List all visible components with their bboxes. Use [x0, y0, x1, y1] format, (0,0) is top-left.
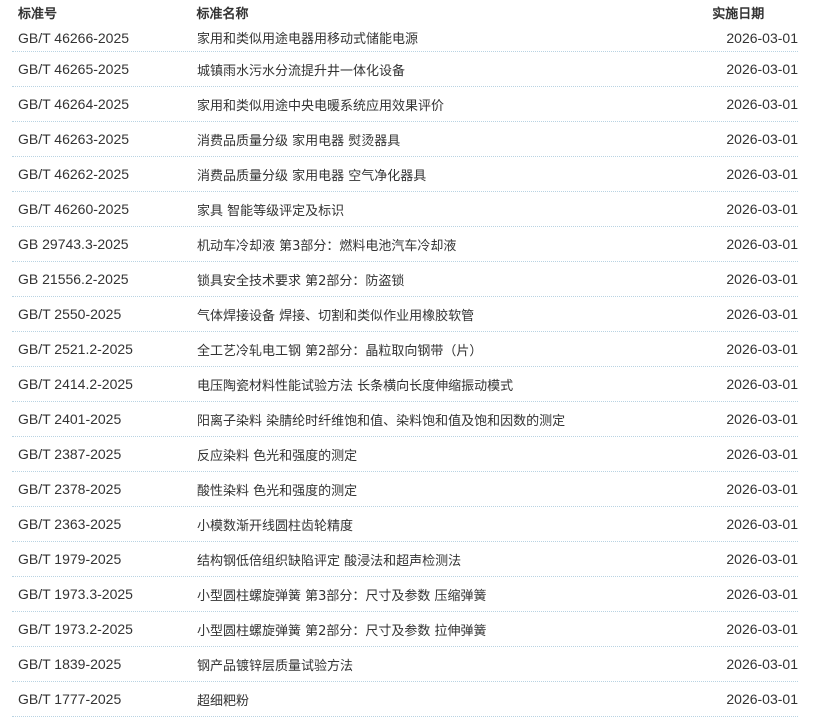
- standard-code: GB/T 46263-2025: [18, 131, 130, 147]
- table-row: GB/T 2387-2025 反应染料 色光和强度的测定 2026-03-01: [12, 437, 798, 472]
- standard-name-link[interactable]: 气体焊接设备 焊接、切割和类似作业用橡胶软管: [192, 305, 712, 324]
- table-row: GB/T 2401-2025 阳离子染料 染腈纶时纤维饱和值、染料饱和值及饱和因数…: [12, 402, 798, 437]
- standard-name-link[interactable]: 钢产品镀锌层质量试验方法: [192, 655, 712, 674]
- standard-code: GB/T 46264-2025: [18, 96, 130, 112]
- implementation-date: 2026-03-01: [726, 446, 798, 462]
- standard-name-link[interactable]: 电压陶瓷材料性能试验方法 长条横向长度伸缩振动模式: [192, 375, 712, 394]
- standard-code: GB/T 1973.2-2025: [18, 621, 133, 637]
- table-row: GB/T 1973.2-2025 小型圆柱螺旋弹簧 第2部分：尺寸及参数 拉伸弹簧…: [12, 612, 798, 647]
- header-standard-name: 标准名称: [196, 6, 249, 22]
- implementation-date: 2026-03-01: [726, 61, 798, 77]
- implementation-date: 2026-03-01: [726, 481, 798, 497]
- implementation-date: 2026-03-01: [726, 131, 798, 147]
- standard-code: GB/T 2414.2-2025: [18, 376, 133, 392]
- standard-name-link[interactable]: 消费品质量分级 家用电器 空气净化器具: [192, 165, 712, 184]
- table-row: GB/T 46264-2025 家用和类似用途中央电暖系统应用效果评价 2026-0…: [12, 87, 798, 122]
- implementation-date: 2026-03-01: [726, 96, 798, 112]
- implementation-date: 2026-03-01: [726, 341, 798, 357]
- table-row: GB/T 1777-2025 超细粑粉 2026-03-01: [12, 682, 798, 717]
- standard-name-link[interactable]: 机动车冷却液 第3部分：燃料电池汽车冷却液: [192, 235, 712, 254]
- table-row: GB/T 46263-2025 消费品质量分级 家用电器 熨烫器具 2026-03-…: [12, 122, 798, 157]
- standard-code: GB/T 1839-2025: [18, 656, 122, 672]
- standard-name-link[interactable]: 超细粑粉: [192, 690, 712, 709]
- standard-name-link[interactable]: 锁具安全技术要求 第2部分：防盗锁: [192, 270, 712, 289]
- header-standard-code: 标准号: [18, 6, 58, 22]
- standards-table: 标准号 标准名称 实施日期 GB/T 46266-2025 家用和类似用途电器用移…: [12, 0, 798, 717]
- table-row: GB/T 1839-2025 钢产品镀锌层质量试验方法 2026-03-01: [12, 647, 798, 682]
- table-row: GB 29743.3-2025 机动车冷却液 第3部分：燃料电池汽车冷却液 2026…: [12, 227, 798, 262]
- table-row: GB/T 46262-2025 消费品质量分级 家用电器 空气净化器具 2026-0…: [12, 157, 798, 192]
- table-row: GB/T 2363-2025 小模数渐开线圆柱齿轮精度 2026-03-01: [12, 507, 798, 542]
- table-row: GB/T 2378-2025 酸性染料 色光和强度的测定 2026-03-01: [12, 472, 798, 507]
- implementation-date: 2026-03-01: [726, 306, 798, 322]
- standard-code: GB/T 2378-2025: [18, 481, 122, 497]
- standard-code: GB/T 1979-2025: [18, 551, 122, 567]
- implementation-date: 2026-03-01: [726, 166, 798, 182]
- table-row: GB/T 1979-2025 结构钢低倍组织缺陷评定 酸浸法和超声检测法 2026-…: [12, 542, 798, 577]
- standard-code: GB/T 2401-2025: [18, 411, 122, 427]
- standard-name-link[interactable]: 小模数渐开线圆柱齿轮精度: [192, 515, 712, 534]
- implementation-date: 2026-03-01: [726, 201, 798, 217]
- table-header: 标准号 标准名称 实施日期: [12, 0, 798, 24]
- standard-name-link[interactable]: 家用和类似用途中央电暖系统应用效果评价: [192, 95, 712, 114]
- implementation-date: 2026-03-01: [726, 376, 798, 392]
- standard-code: GB 21556.2-2025: [18, 271, 129, 287]
- table-row: GB/T 2550-2025 气体焊接设备 焊接、切割和类似作业用橡胶软管 2026…: [12, 297, 798, 332]
- implementation-date: 2026-03-01: [726, 656, 798, 672]
- standard-code: GB/T 1777-2025: [18, 691, 122, 707]
- standard-code: GB/T 46262-2025: [18, 166, 130, 182]
- standard-name-link[interactable]: 城镇雨水污水分流提升井一体化设备: [192, 60, 712, 79]
- table-row: GB/T 46265-2025 城镇雨水污水分流提升井一体化设备 2026-03-0…: [12, 52, 798, 87]
- standard-name-link[interactable]: 反应染料 色光和强度的测定: [192, 445, 712, 464]
- standard-name-link[interactable]: 消费品质量分级 家用电器 熨烫器具: [192, 130, 712, 149]
- standard-name-link[interactable]: 小型圆柱螺旋弹簧 第2部分：尺寸及参数 拉伸弹簧: [192, 620, 712, 639]
- standard-code: GB/T 2387-2025: [18, 446, 122, 462]
- table-row: GB/T 1973.3-2025 小型圆柱螺旋弹簧 第3部分：尺寸及参数 压缩弹簧…: [12, 577, 798, 612]
- implementation-date: 2026-03-01: [726, 516, 798, 532]
- implementation-date: 2026-03-01: [726, 236, 798, 252]
- standard-name-link[interactable]: 家用和类似用途电器用移动式储能电源: [192, 28, 712, 47]
- standard-code: GB/T 46266-2025: [18, 29, 130, 46]
- implementation-date: 2026-03-01: [726, 271, 798, 287]
- header-implementation-date: 实施日期: [712, 6, 765, 22]
- standard-name-link[interactable]: 全工艺冷轧电工钢 第2部分：晶粒取向钢带（片）: [192, 340, 712, 359]
- table-row: GB/T 2414.2-2025 电压陶瓷材料性能试验方法 长条横向长度伸缩振动模…: [12, 367, 798, 402]
- implementation-date: 2026-03-01: [726, 551, 798, 567]
- standard-name-link[interactable]: 酸性染料 色光和强度的测定: [192, 480, 712, 499]
- table-row: GB/T 46266-2025 家用和类似用途电器用移动式储能电源 2026-03-…: [12, 24, 798, 52]
- standard-code: GB/T 1973.3-2025: [18, 586, 133, 602]
- table-row: GB/T 46260-2025 家具 智能等级评定及标识 2026-03-01: [12, 192, 798, 227]
- implementation-date: 2026-03-01: [726, 586, 798, 602]
- table-row: GB 21556.2-2025 锁具安全技术要求 第2部分：防盗锁 2026-03-…: [12, 262, 798, 297]
- standard-code: GB/T 2550-2025: [18, 306, 122, 322]
- standard-name-link[interactable]: 阳离子染料 染腈纶时纤维饱和值、染料饱和值及饱和因数的测定: [192, 410, 712, 429]
- standard-code: GB/T 46260-2025: [18, 201, 130, 217]
- implementation-date: 2026-03-01: [726, 411, 798, 427]
- standard-code: GB 29743.3-2025: [18, 236, 129, 252]
- standard-name-link[interactable]: 结构钢低倍组织缺陷评定 酸浸法和超声检测法: [192, 550, 712, 569]
- implementation-date: 2026-03-01: [726, 29, 798, 46]
- standard-name-link[interactable]: 小型圆柱螺旋弹簧 第3部分：尺寸及参数 压缩弹簧: [192, 585, 712, 604]
- standard-name-link[interactable]: 家具 智能等级评定及标识: [192, 200, 712, 219]
- standard-code: GB/T 2363-2025: [18, 516, 122, 532]
- standard-code: GB/T 46265-2025: [18, 61, 130, 77]
- implementation-date: 2026-03-01: [726, 691, 798, 707]
- implementation-date: 2026-03-01: [726, 621, 798, 637]
- table-row: GB/T 2521.2-2025 全工艺冷轧电工钢 第2部分：晶粒取向钢带（片） 2…: [12, 332, 798, 367]
- standard-code: GB/T 2521.2-2025: [18, 341, 133, 357]
- table-body: GB/T 46266-2025 家用和类似用途电器用移动式储能电源 2026-03-…: [12, 24, 798, 717]
